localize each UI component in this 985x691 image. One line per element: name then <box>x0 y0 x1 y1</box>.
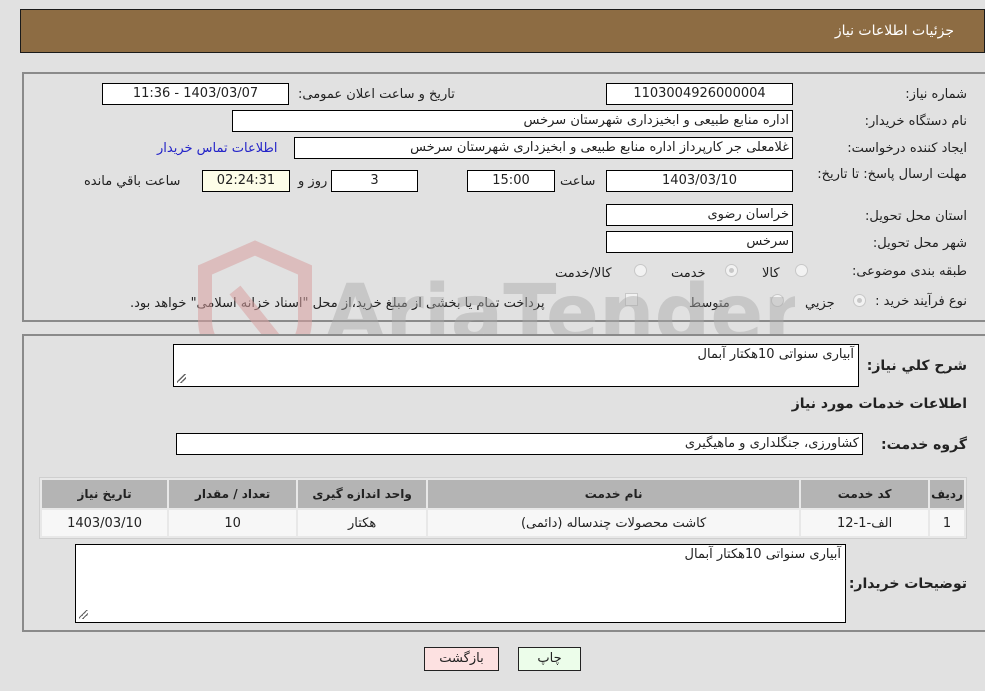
page-title: جزئیات اطلاعات نیاز <box>834 23 954 39</box>
category-option-goods-service: کالا/خدمت <box>555 266 612 281</box>
col-unit: واحد اندازه گیری <box>298 480 427 508</box>
deadline-date-field: 1403/03/10 <box>606 170 793 192</box>
category-radio-goods[interactable] <box>795 264 808 277</box>
requester-field: غلامعلی جر کارپرداز اداره منابع طبیعی و … <box>294 137 793 159</box>
service-group-field: کشاورزی، جنگلداری و ماهیگیری <box>176 433 863 455</box>
province-label: استان محل تحویل: <box>865 209 967 224</box>
category-label: طبقه بندی موضوعی: <box>851 264 967 279</box>
deadline-time-field: 15:00 <box>467 170 555 192</box>
city-label: شهر محل تحویل: <box>872 236 967 251</box>
service-group-label: گروه خدمت: <box>881 437 967 453</box>
need-number-label: شماره نیاز: <box>905 87 967 102</box>
category-radio-goods-service[interactable] <box>634 264 647 277</box>
deadline-time-label: ساعت <box>560 174 596 189</box>
remaining-time-field: 02:24:31 <box>202 170 290 192</box>
general-desc-label: شرح کلي نیاز: <box>866 358 967 374</box>
col-row-number: ردیف <box>930 480 964 508</box>
remaining-label: ساعت باقي مانده <box>84 174 181 189</box>
cell-row-number: 1 <box>930 510 964 536</box>
purchase-radio-minor[interactable] <box>853 294 866 307</box>
cell-unit: هکتار <box>298 510 427 536</box>
table-row: 1 الف-1-12 کاشت محصولات چندساله (دائمی) … <box>42 510 964 536</box>
back-button[interactable]: بازگشت <box>424 647 499 671</box>
buyer-notes-textarea[interactable]: آبیاری سنواتی 10هکتار آبمال <box>75 544 846 623</box>
print-button[interactable]: چاپ <box>518 647 581 671</box>
resize-grip-icon[interactable] <box>79 610 88 619</box>
services-heading: اطلاعات خدمات مورد نیاز <box>791 396 967 412</box>
buyer-org-field: اداره منابع طبیعی و ابخیزداری شهرستان سر… <box>232 110 793 132</box>
treasury-checkbox[interactable] <box>625 293 638 306</box>
col-quantity: تعداد / مقدار <box>169 480 297 508</box>
purchase-option-medium: متوسط <box>689 296 730 311</box>
buyer-notes-label: توضیحات خریدار: <box>848 576 967 592</box>
col-need-date: تاریخ نیاز <box>42 480 168 508</box>
category-radio-service[interactable] <box>725 264 738 277</box>
category-option-service: خدمت <box>671 266 706 281</box>
province-field: خراسان رضوی <box>606 204 793 226</box>
days-label: روز و <box>298 174 328 189</box>
purchase-type-label: نوع فرآیند خرید : <box>875 294 967 309</box>
announce-datetime-field: 1403/03/07 - 11:36 <box>102 83 289 105</box>
need-number-field: 1103004926000004 <box>606 83 793 105</box>
deadline-label: مهلت ارسال پاسخ: تا تاریخ: <box>817 167 967 182</box>
buyer-contact-link[interactable]: اطلاعات تماس خریدار <box>157 141 277 156</box>
table-header-row: ردیف کد خدمت نام خدمت واحد اندازه گیری ت… <box>42 480 964 508</box>
cell-need-date: 1403/03/10 <box>42 510 168 536</box>
col-service-name: نام خدمت <box>428 480 800 508</box>
col-service-code: کد خدمت <box>801 480 929 508</box>
treasury-note: پرداخت تمام یا بخشی از مبلغ خرید،از محل … <box>130 296 545 311</box>
category-option-goods: کالا <box>762 266 780 281</box>
resize-grip-icon[interactable] <box>177 374 186 383</box>
general-desc-textarea[interactable]: آبیاری سنواتی 10هکتار آبمال <box>173 344 859 387</box>
services-table: ردیف کد خدمت نام خدمت واحد اندازه گیری ت… <box>39 477 967 539</box>
announce-datetime-label: تاریخ و ساعت اعلان عمومی: <box>298 87 455 102</box>
purchase-radio-medium[interactable] <box>771 294 784 307</box>
deadline-days-field: 3 <box>331 170 418 192</box>
cell-service-code: الف-1-12 <box>801 510 929 536</box>
page-header: جزئیات اطلاعات نیاز <box>20 9 985 53</box>
buyer-org-label: نام دستگاه خریدار: <box>864 114 967 129</box>
general-desc-text: آبیاری سنواتی 10هکتار آبمال <box>697 347 854 362</box>
cell-quantity: 10 <box>169 510 297 536</box>
purchase-option-minor: جزيي <box>805 296 835 311</box>
cell-service-name: کاشت محصولات چندساله (دائمی) <box>428 510 800 536</box>
city-field: سرخس <box>606 231 793 253</box>
buyer-notes-text: آبیاری سنواتی 10هکتار آبمال <box>684 547 841 562</box>
requester-label: ایجاد کننده درخواست: <box>847 141 967 156</box>
